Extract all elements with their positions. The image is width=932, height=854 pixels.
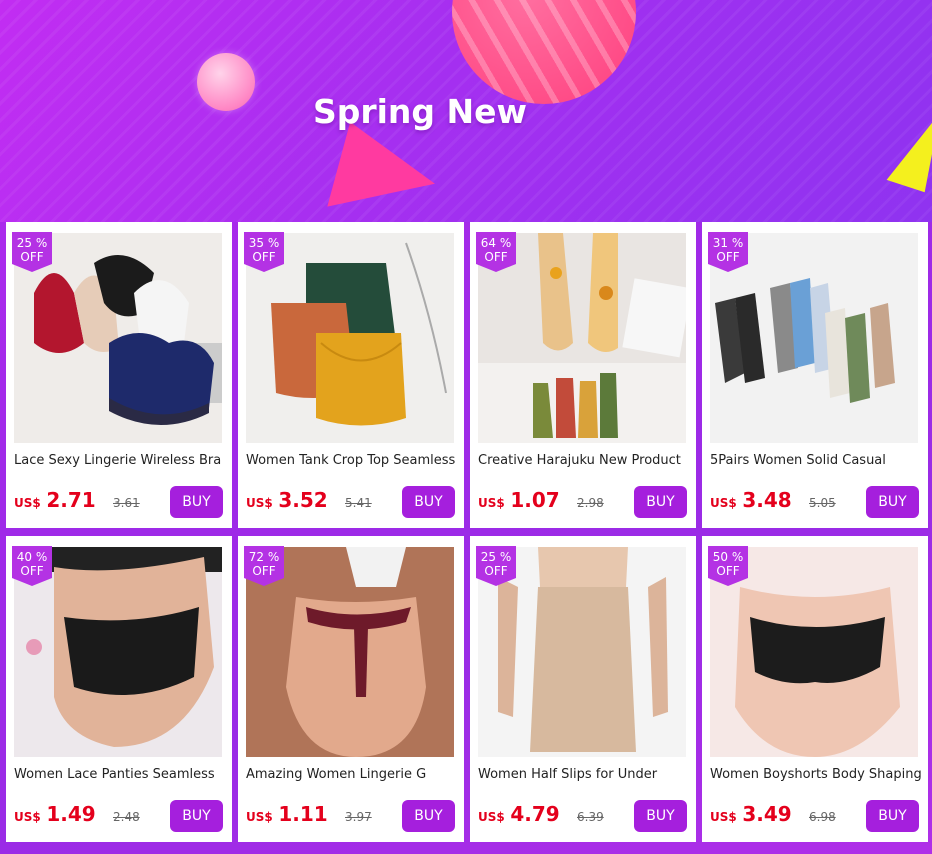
original-price: 3.61 [113,496,140,510]
currency: US$ [246,496,273,510]
product-card[interactable]: 72 % OFF Amazing Women Lingerie G US$ 1.… [238,536,464,842]
original-price: 6.39 [577,810,604,824]
discount-badge: 25 % OFF [476,546,516,586]
discount-off-label: OFF [20,564,44,578]
product-name[interactable]: Women Tank Crop Top Seamless [246,453,458,468]
price-amount: 4.79 [510,802,560,826]
original-price: 2.98 [577,496,604,510]
price-amount: 3.48 [742,488,792,512]
currency: US$ [710,496,737,510]
price-amount: 1.11 [278,802,328,826]
product-price: US$ 1.49 [14,802,96,826]
product-price: US$ 3.52 [246,488,328,512]
discount-badge: 50 % OFF [708,546,748,586]
currency: US$ [14,810,41,824]
product-price: US$ 3.49 [710,802,792,826]
decorative-circle-large [452,0,636,104]
product-card[interactable]: 35 % OFF Women Tank Crop Top Seamless US… [238,222,464,528]
discount-badge: 40 % OFF [12,546,52,586]
currency: US$ [478,810,505,824]
original-price: 5.41 [345,496,372,510]
buy-button[interactable]: BUY [170,800,223,832]
discount-percent: 35 % [248,236,280,250]
discount-percent: 40 % [16,550,48,564]
discount-off-label: OFF [20,250,44,264]
discount-badge: 31 % OFF [708,232,748,272]
original-price: 5.05 [809,496,836,510]
discount-percent: 25 % [16,236,48,250]
product-price: US$ 3.48 [710,488,792,512]
buy-button[interactable]: BUY [170,486,223,518]
buy-button[interactable]: BUY [634,486,687,518]
product-name[interactable]: Lace Sexy Lingerie Wireless Bra [14,453,226,468]
original-price: 3.97 [345,810,372,824]
discount-badge: 64 % OFF [476,232,516,272]
currency: US$ [246,810,273,824]
product-card[interactable]: 25 % OFF Lace Sexy Lingerie Wireless Bra… [6,222,232,528]
product-card[interactable]: 40 % OFF Women Lace Panties Seamless US$… [6,536,232,842]
product-card[interactable]: 25 % OFF Women Half Slips for Under US$ … [470,536,696,842]
banner-title: Spring New [312,92,528,131]
discount-percent: 50 % [712,550,744,564]
discount-badge: 35 % OFF [244,232,284,272]
buy-button[interactable]: BUY [402,800,455,832]
discount-badge: 72 % OFF [244,546,284,586]
buy-button[interactable]: BUY [866,486,919,518]
discount-percent: 72 % [248,550,280,564]
discount-percent: 25 % [480,550,512,564]
price-amount: 3.49 [742,802,792,826]
price-amount: 2.71 [46,488,96,512]
product-card[interactable]: 31 % OFF 5Pairs Women Solid Casual US$ 3… [702,222,928,528]
product-name[interactable]: 5Pairs Women Solid Casual [710,453,922,468]
discount-off-label: OFF [252,250,276,264]
discount-badge: 25 % OFF [12,232,52,272]
decorative-triangle-yellow [886,103,932,193]
price-amount: 3.52 [278,488,328,512]
product-price: US$ 4.79 [478,802,560,826]
currency: US$ [478,496,505,510]
price-amount: 1.49 [46,802,96,826]
original-price: 6.98 [809,810,836,824]
product-name[interactable]: Women Lace Panties Seamless [14,767,226,782]
discount-percent: 31 % [712,236,744,250]
spring-banner[interactable]: Spring New [0,0,932,222]
product-card[interactable]: 64 % OFF Creative Harajuku New Product U… [470,222,696,528]
product-name[interactable]: Women Boyshorts Body Shaping [710,767,922,782]
currency: US$ [710,810,737,824]
product-price: US$ 2.71 [14,488,96,512]
currency: US$ [14,496,41,510]
buy-button[interactable]: BUY [402,486,455,518]
discount-off-label: OFF [484,250,508,264]
buy-button[interactable]: BUY [634,800,687,832]
product-name[interactable]: Creative Harajuku New Product [478,453,690,468]
product-price: US$ 1.11 [246,802,328,826]
discount-off-label: OFF [716,250,740,264]
product-name[interactable]: Amazing Women Lingerie G [246,767,458,782]
discount-percent: 64 % [480,236,512,250]
discount-off-label: OFF [716,564,740,578]
product-name[interactable]: Women Half Slips for Under [478,767,690,782]
discount-off-label: OFF [252,564,276,578]
product-price: US$ 1.07 [478,488,560,512]
buy-button[interactable]: BUY [866,800,919,832]
product-card[interactable]: 50 % OFF Women Boyshorts Body Shaping US… [702,536,928,842]
discount-off-label: OFF [484,564,508,578]
price-amount: 1.07 [510,488,560,512]
original-price: 2.48 [113,810,140,824]
